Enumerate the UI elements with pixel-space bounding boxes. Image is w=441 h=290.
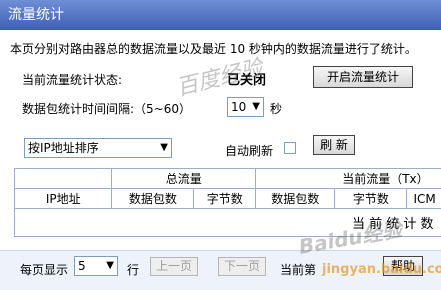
column-header-ip: IP地址 bbox=[15, 189, 112, 209]
table-header-cell bbox=[15, 169, 112, 189]
column-header-current-packets: 数据包数 bbox=[256, 189, 335, 209]
chevron-down-icon: ▼ bbox=[106, 257, 114, 275]
table-column-header-row: IP地址 数据包数 字节数 数据包数 字节数 ICM bbox=[15, 189, 441, 209]
table-group-header-total: 总流量 bbox=[112, 169, 256, 189]
watermark-baidu-jingyan: 百度经验 bbox=[172, 50, 265, 102]
sort-select-value: 按IP地址排序 bbox=[28, 141, 99, 155]
per-page-select[interactable]: 5 ▼ bbox=[74, 256, 118, 276]
traffic-table: 总流量 当前流量（Tx） IP地址 数据包数 字节数 数据包数 字节数 ICM bbox=[14, 168, 441, 209]
per-page-select-value: 5 bbox=[78, 259, 86, 273]
current-page-label: 当前第 bbox=[280, 261, 316, 278]
table-group-header-row: 总流量 当前流量（Tx） bbox=[15, 169, 441, 189]
interval-select-value: 10 bbox=[231, 100, 246, 114]
window-title-bar: 流量统计 bbox=[0, 0, 441, 30]
column-header-icmp: ICM bbox=[407, 189, 441, 209]
column-header-total-bytes: 字节数 bbox=[194, 189, 256, 209]
chevron-down-icon: ▼ bbox=[160, 139, 168, 157]
column-header-total-packets: 数据包数 bbox=[112, 189, 194, 209]
interval-unit: 秒 bbox=[270, 100, 282, 117]
next-page-button[interactable]: 下一页 bbox=[218, 257, 266, 276]
table-group-header-current: 当前流量（Tx） bbox=[256, 169, 441, 189]
auto-refresh-label: 自动刷新 bbox=[225, 142, 273, 159]
chevron-down-icon: ▼ bbox=[252, 98, 260, 116]
refresh-button[interactable]: 刷 新 bbox=[313, 135, 355, 155]
column-header-current-bytes: 字节数 bbox=[335, 189, 407, 209]
interval-select[interactable]: 10 ▼ bbox=[227, 97, 264, 117]
prev-page-button[interactable]: 上一页 bbox=[150, 257, 198, 276]
per-page-label: 每页显示 bbox=[20, 261, 68, 278]
page-description: 本页分别对路由器总的数据流量以及最近 10 秒钟内的数据流量进行了统计。 bbox=[10, 40, 435, 57]
watermark-site: jingyan.baidu.com bbox=[322, 262, 441, 277]
sort-select[interactable]: 按IP地址排序 ▼ bbox=[24, 138, 172, 158]
window-title: 流量统计 bbox=[8, 7, 64, 23]
auto-refresh-checkbox[interactable] bbox=[284, 142, 296, 154]
status-label: 当前流量统计状态: bbox=[22, 71, 122, 88]
rows-unit: 行 bbox=[127, 261, 139, 278]
interval-label: 数据包统计时间间隔:（5~60） bbox=[22, 100, 191, 117]
toggle-traffic-stats-button[interactable]: 开启流量统计 bbox=[313, 66, 413, 88]
